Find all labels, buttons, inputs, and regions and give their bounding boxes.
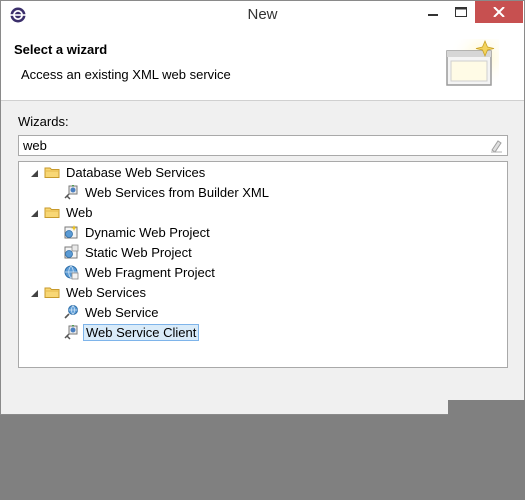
title-bar[interactable]: New (1, 1, 524, 31)
clear-filter-icon[interactable] (489, 138, 504, 153)
expand-arrow-icon[interactable] (30, 289, 40, 299)
tree-group-label: Web (66, 204, 93, 220)
static-web-project-icon (64, 244, 79, 259)
web-service-client-icon (64, 325, 78, 340)
minimize-icon (428, 14, 438, 16)
tree-item-label: Web Service Client (83, 323, 200, 341)
folder-icon (44, 287, 60, 298)
tree-item-label: Web Services from Builder XML (85, 184, 269, 200)
folder-icon (44, 207, 60, 218)
expand-arrow-icon[interactable] (30, 169, 40, 179)
new-wizard-dialog: New Select a wizard Access an existing X… (0, 0, 525, 415)
wizard-tree[interactable]: Database Web Services Web Services from … (18, 161, 508, 368)
close-button[interactable] (475, 1, 523, 23)
background-strip (448, 400, 525, 415)
tree-group-web-services[interactable]: Web Services (44, 282, 148, 302)
tree-group-label: Web Services (66, 284, 146, 300)
minimize-button[interactable] (419, 1, 447, 23)
tree-item-label: Web Service (85, 304, 159, 320)
folder-icon (44, 167, 60, 178)
web-service-icon (64, 305, 78, 319)
expand-arrow-icon[interactable] (30, 209, 40, 219)
tree-item-web-services-from-builder-xml[interactable]: Web Services from Builder XML (63, 182, 271, 202)
wizard-filter-input[interactable] (18, 135, 508, 156)
wizard-description: Access an existing XML web service (21, 67, 231, 82)
maximize-button[interactable] (447, 1, 475, 23)
tree-item-web-fragment-project[interactable]: Web Fragment Project (63, 262, 217, 282)
wizard-title: Select a wizard (14, 42, 108, 57)
wizards-label: Wizards: (18, 114, 69, 129)
tree-item-label: Dynamic Web Project (85, 224, 210, 240)
tree-group-database-web-services[interactable]: Database Web Services (44, 162, 207, 182)
maximize-icon (455, 7, 467, 17)
tree-group-web[interactable]: Web (44, 202, 95, 222)
web-fragment-project-icon (64, 265, 79, 280)
new-wizard-banner-icon (443, 39, 499, 91)
web-service-client-icon (64, 185, 78, 200)
dynamic-web-project-icon (64, 225, 78, 239)
tree-item-dynamic-web-project[interactable]: Dynamic Web Project (63, 222, 212, 242)
wizard-header: Select a wizard Access an existing XML w… (1, 31, 524, 101)
tree-group-label: Database Web Services (66, 164, 206, 180)
tree-item-web-service-client[interactable]: Web Service Client (63, 322, 200, 342)
tree-item-web-service[interactable]: Web Service (63, 302, 160, 322)
tree-item-label: Web Fragment Project (85, 264, 215, 280)
tree-item-static-web-project[interactable]: Static Web Project (63, 242, 194, 262)
close-icon (493, 7, 505, 17)
tree-item-label: Static Web Project (85, 244, 192, 260)
